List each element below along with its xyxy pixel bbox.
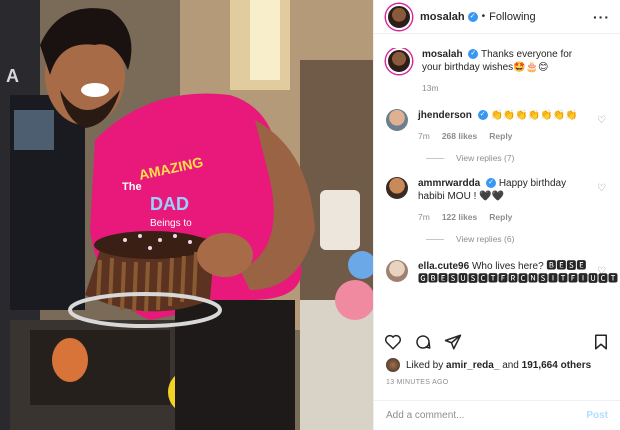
add-comment-bar: Post xyxy=(374,400,620,430)
post-photo: The AMAZING DAD Beings to A xyxy=(0,0,373,430)
verified-badge-icon: ✓ xyxy=(486,178,497,189)
verified-badge-icon: ✓ xyxy=(468,49,479,60)
likes-and: and xyxy=(502,359,519,371)
view-replies-button[interactable]: View replies (6) xyxy=(426,234,620,244)
comment-item: ammrwardda ✓ Happy birthday habibi MOU !… xyxy=(374,177,620,224)
separator-dot: • xyxy=(481,11,486,22)
comment-username[interactable]: ammrwardda xyxy=(418,178,480,189)
replies-line xyxy=(426,238,444,240)
caption-avatar[interactable] xyxy=(386,48,412,74)
verified-badge-icon: ✓ xyxy=(477,110,488,121)
comment-likes[interactable]: 268 likes xyxy=(442,130,477,143)
comment-item: ella.cute96 Who lives here? 🅱🅴🆂🅴 🅶🅱🅴🆂🆄🆂🅲… xyxy=(374,260,620,286)
heart-icon[interactable]: ♡ xyxy=(597,183,606,194)
caption-time[interactable]: 13m xyxy=(422,82,439,95)
heart-icon[interactable]: ♡ xyxy=(597,266,606,277)
shirt-text-1: The xyxy=(122,181,142,193)
view-replies-button[interactable]: View replies (7) xyxy=(426,153,620,163)
likes-prefix: Liked by xyxy=(406,359,444,371)
more-icon[interactable]: ··· xyxy=(593,9,610,25)
commenter-avatar[interactable] xyxy=(386,177,408,199)
view-replies-label: View replies (6) xyxy=(456,234,515,244)
post-timestamp[interactable]: 13 MINUTES AGO xyxy=(386,379,449,386)
likes-count[interactable]: 191,664 others xyxy=(522,360,592,371)
comment-time[interactable]: 7m xyxy=(418,211,430,224)
comment-text: 👏👏👏👏👏👏👏 xyxy=(490,110,578,121)
post-sidebar: mosalah ✓ • Following ··· mosalah ✓ Than… xyxy=(373,0,620,430)
comments-list[interactable]: mosalah ✓ Thanks everyone for your birth… xyxy=(374,48,620,325)
commenter-avatar[interactable] xyxy=(386,109,408,131)
replies-line xyxy=(426,157,444,159)
commenter-avatar[interactable] xyxy=(386,260,408,282)
caption-username[interactable]: mosalah xyxy=(422,49,463,60)
reply-button[interactable]: Reply xyxy=(489,211,512,224)
comment-input[interactable] xyxy=(386,410,587,421)
shirt-text-4: Beings to xyxy=(150,218,192,229)
following-button[interactable]: Following xyxy=(489,11,535,23)
comment-username[interactable]: ella.cute96 xyxy=(418,261,469,272)
comment-likes[interactable]: 122 likes xyxy=(442,211,477,224)
comment-username[interactable]: jhenderson xyxy=(418,110,472,121)
wall-letter: A xyxy=(6,66,19,86)
likes-summary: Liked by amir_reda_ and 191,664 others xyxy=(386,358,610,372)
heart-icon[interactable]: ♡ xyxy=(597,115,606,126)
author-avatar[interactable] xyxy=(386,3,412,30)
share-icon[interactable] xyxy=(444,333,462,351)
photo-illustration: The AMAZING DAD Beings to A xyxy=(0,0,373,430)
shirt-text-3: DAD xyxy=(150,194,189,214)
action-bar xyxy=(374,328,620,356)
view-replies-label: View replies (7) xyxy=(456,153,515,163)
comment-icon[interactable] xyxy=(414,333,432,351)
comment-time[interactable]: 7m xyxy=(418,130,430,143)
heart-icon[interactable] xyxy=(384,333,402,351)
reply-button[interactable]: Reply xyxy=(489,130,512,143)
caption: mosalah ✓ Thanks everyone for your birth… xyxy=(374,48,620,95)
liker-avatar[interactable] xyxy=(386,358,400,372)
bookmark-icon[interactable] xyxy=(592,333,610,351)
post-header: mosalah ✓ • Following ··· xyxy=(374,0,620,34)
comment-item: jhenderson ✓ 👏👏👏👏👏👏👏 7m 268 likes Reply … xyxy=(374,109,620,143)
author-username[interactable]: mosalah xyxy=(420,11,465,23)
verified-badge-icon: ✓ xyxy=(467,11,478,22)
post-button[interactable]: Post xyxy=(586,410,608,421)
liker-username[interactable]: amir_reda_ xyxy=(446,360,499,371)
